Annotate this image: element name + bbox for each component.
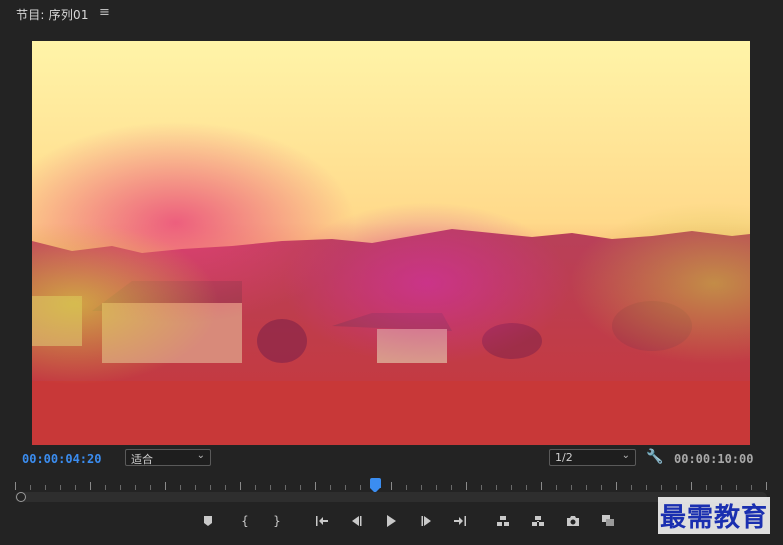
monitor-info-bar: 00:00:04:20 适合 ⌄ 1/2 ⌄ 🔧 00:00:10:00 — [0, 447, 783, 471]
marker-icon — [204, 516, 212, 526]
comparison-icon — [602, 515, 614, 526]
go-to-in-icon — [316, 516, 328, 526]
go-to-out-button[interactable] — [449, 510, 471, 532]
ruler-tick — [406, 485, 407, 490]
ruler-tick — [421, 485, 422, 490]
ruler-tick — [255, 485, 256, 490]
play-icon — [387, 515, 396, 527]
step-back-button[interactable] — [345, 510, 367, 532]
ruler-tick — [45, 485, 46, 490]
ruler-tick — [180, 485, 181, 490]
zoom-scrollbar-handle[interactable] — [16, 492, 26, 502]
ruler-tick — [556, 485, 557, 490]
extract-icon — [532, 516, 544, 526]
ruler-tick — [285, 485, 286, 490]
zoom-level-value: 适合 — [131, 453, 153, 466]
ruler-tick — [135, 485, 136, 490]
ruler-tick — [571, 485, 572, 490]
duration-timecode: 00:00:10:00 — [674, 452, 754, 466]
time-ruler[interactable] — [15, 478, 767, 490]
ruler-tick — [150, 485, 151, 490]
ruler-tick — [526, 485, 527, 490]
program-monitor-frame — [32, 41, 750, 445]
playhead-handle[interactable] — [370, 478, 381, 493]
mark-out-button[interactable]: } — [266, 510, 288, 532]
ruler-tick — [736, 485, 737, 490]
panel-title[interactable]: 节目: 序列01 — [16, 6, 89, 23]
ruler-tick — [165, 482, 166, 490]
ruler-tick — [541, 482, 542, 490]
ruler-tick — [60, 485, 61, 490]
ruler-tick — [631, 485, 632, 490]
ruler-tick — [391, 482, 392, 490]
extract-button[interactable] — [527, 510, 549, 532]
add-marker-button[interactable] — [197, 510, 219, 532]
ruler-tick — [511, 485, 512, 490]
current-timecode[interactable]: 00:00:04:20 — [22, 452, 101, 466]
ruler-tick — [300, 485, 301, 490]
comparison-view-button[interactable] — [597, 510, 619, 532]
ruler-tick — [676, 485, 677, 490]
step-forward-icon — [421, 516, 431, 526]
step-back-icon — [352, 516, 362, 526]
ruler-tick — [225, 485, 226, 490]
ruler-tick — [30, 485, 31, 490]
ruler-tick — [661, 485, 662, 490]
ruler-tick — [766, 482, 767, 490]
chevron-down-icon: ⌄ — [621, 450, 630, 461]
ruler-tick — [195, 485, 196, 490]
ruler-tick — [330, 485, 331, 490]
ruler-tick — [616, 482, 617, 490]
zoom-level-select[interactable]: 适合 ⌄ — [125, 449, 211, 466]
go-to-in-button[interactable] — [311, 510, 333, 532]
playback-resolution-select[interactable]: 1/2 ⌄ — [549, 449, 636, 466]
mark-in-button[interactable]: { — [234, 510, 256, 532]
ruler-tick — [586, 485, 587, 490]
ruler-tick — [90, 482, 91, 490]
video-frame-image — [32, 41, 750, 445]
mark-out-icon: } — [273, 514, 281, 528]
ruler-tick — [270, 485, 271, 490]
chevron-down-icon: ⌄ — [196, 450, 205, 461]
ruler-tick — [751, 485, 752, 490]
ruler-tick — [466, 482, 467, 490]
camera-icon — [567, 516, 579, 526]
hamburger-menu-icon[interactable]: ≡ — [99, 5, 110, 20]
ruler-tick — [436, 485, 437, 490]
playback-resolution-value: 1/2 — [555, 451, 573, 464]
ruler-tick — [240, 482, 241, 490]
ruler-tick — [496, 485, 497, 490]
watermark-logo: 最需教育 — [658, 497, 771, 534]
ruler-tick — [706, 485, 707, 490]
ruler-tick — [721, 485, 722, 490]
ruler-tick — [15, 482, 16, 490]
ruler-tick — [691, 482, 692, 490]
ruler-tick — [75, 485, 76, 490]
lift-button[interactable] — [492, 510, 514, 532]
ruler-tick — [360, 485, 361, 490]
export-frame-button[interactable] — [562, 510, 584, 532]
lift-icon — [497, 516, 509, 526]
ruler-tick — [105, 485, 106, 490]
ruler-tick — [210, 485, 211, 490]
step-forward-button[interactable] — [416, 510, 438, 532]
ruler-tick — [451, 485, 452, 490]
go-to-out-icon — [454, 516, 466, 526]
ruler-tick — [601, 485, 602, 490]
mark-in-icon: { — [241, 514, 249, 528]
ruler-tick — [315, 482, 316, 490]
zoom-scrollbar[interactable] — [15, 492, 767, 502]
ruler-tick — [345, 485, 346, 490]
panel-header: 节目: 序列01 ≡ — [0, 0, 783, 28]
play-button[interactable] — [380, 510, 402, 532]
wrench-icon[interactable]: 🔧 — [646, 449, 663, 465]
ruler-tick — [481, 485, 482, 490]
ruler-tick — [120, 485, 121, 490]
ruler-tick — [646, 485, 647, 490]
